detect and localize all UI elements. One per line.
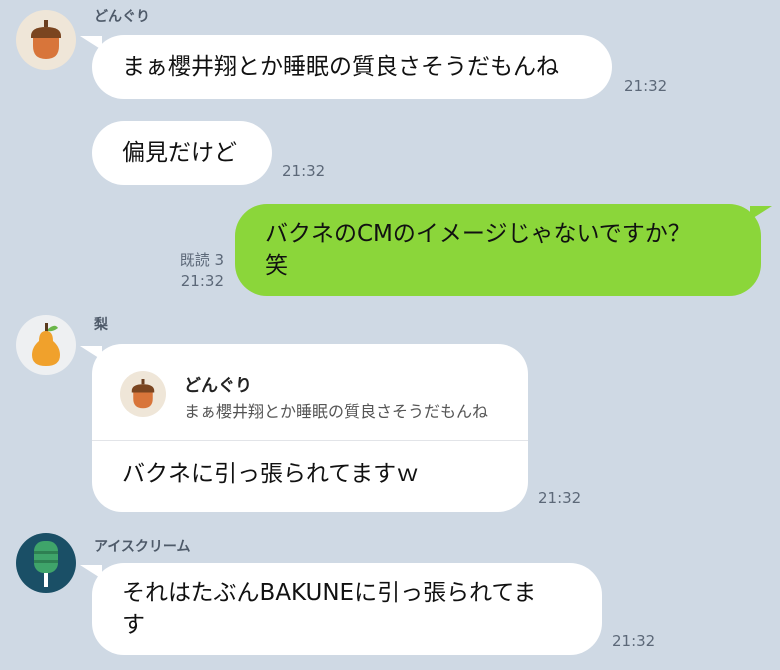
quote-avatar — [120, 371, 166, 417]
message-text: 偏見だけど — [122, 140, 237, 166]
avatar-donguri[interactable] — [16, 10, 76, 70]
message-time: 21:32 — [538, 489, 582, 507]
message-bubble[interactable]: まぁ櫻井翔とか睡眠の質良さそうだもんね — [92, 35, 612, 99]
message-bubble-reply[interactable]: どんぐり まぁ櫻井翔とか睡眠の質良さそうだもんね バクネに引っ張られてますｗ — [92, 344, 528, 512]
pear-icon — [32, 323, 60, 366]
quote-text: まぁ櫻井翔とか睡眠の質良さそうだもんね — [184, 402, 489, 421]
message-time: 21:32 — [624, 77, 668, 95]
message-time: 21:32 — [282, 162, 326, 180]
message-text: バクネに引っ張られてますｗ — [122, 461, 420, 487]
sender-name: 梨 — [94, 317, 108, 333]
message-bubble-sent[interactable]: バクネのCMのイメージじゃないですか？ 笑 — [235, 204, 761, 296]
message-text: バクネのCMのイメージじゃないですか？ 笑 — [265, 221, 691, 279]
bubble-tail — [750, 206, 772, 220]
message-text: それはたぶんBAKUNEに引っ張られてま す — [122, 580, 537, 638]
message-bubble[interactable]: 偏見だけど — [92, 121, 272, 185]
sender-name: どんぐり — [94, 9, 150, 25]
quoted-message[interactable]: どんぐり まぁ櫻井翔とか睡眠の質良さそうだもんね — [92, 344, 528, 441]
message-time: 21:32 — [180, 272, 224, 290]
message-time: 21:32 — [612, 632, 656, 650]
acorn-icon — [31, 20, 61, 59]
sender-name: アイスクリーム — [94, 539, 191, 555]
message-bubble[interactable]: それはたぶんBAKUNEに引っ張られてま す — [92, 563, 602, 655]
avatar-ice-cream[interactable] — [16, 533, 76, 593]
read-status: 既読 3 — [179, 251, 224, 269]
read-receipt: 既読 3 21:32 — [160, 250, 224, 292]
message-text: まぁ櫻井翔とか睡眠の質良さそうだもんね — [122, 54, 559, 80]
avatar-pear[interactable] — [16, 315, 76, 375]
ice-cream-icon — [34, 541, 58, 587]
acorn-icon — [131, 379, 155, 409]
